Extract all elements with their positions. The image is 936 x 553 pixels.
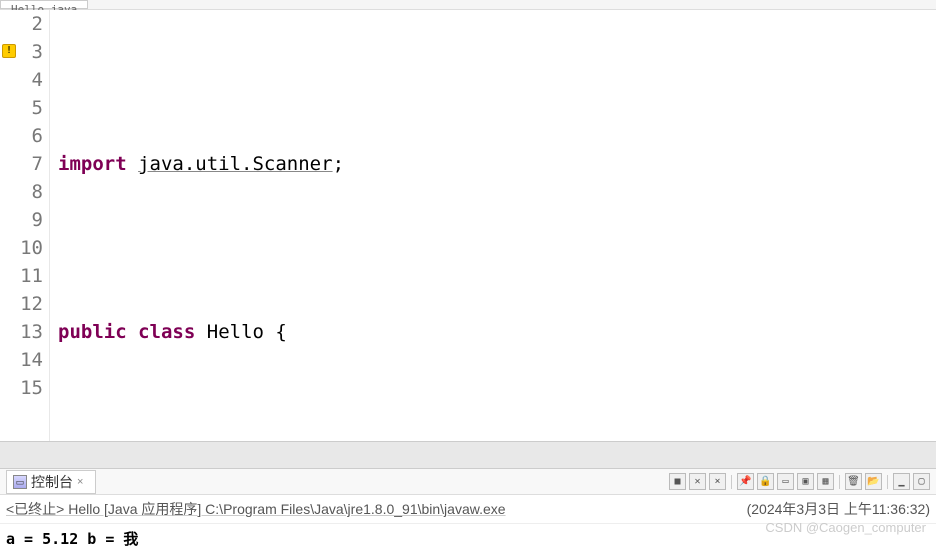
console-tab[interactable]: ▭ 控制台 × xyxy=(6,470,96,494)
code-editor: Hello.java 2 ! 3 4 5 6 7 8 9 10 11 12 13 … xyxy=(0,0,936,441)
line-num: 5 xyxy=(32,97,43,119)
code-line: public class Hello { xyxy=(58,318,936,346)
line-num: 12 xyxy=(20,293,43,315)
remove-all-icon[interactable]: ⨯ xyxy=(709,473,726,490)
open-icon[interactable]: 📂 xyxy=(865,473,882,490)
display-icon[interactable]: ▭ xyxy=(777,473,794,490)
line-num: 15 xyxy=(20,377,43,399)
line-num: 4 xyxy=(32,69,43,91)
pin-icon[interactable]: 📌 xyxy=(737,473,754,490)
separator xyxy=(839,475,840,489)
code-line xyxy=(58,234,936,262)
editor-tab-bar: Hello.java xyxy=(0,0,936,10)
panel-splitter[interactable] xyxy=(0,441,936,469)
console-toolbar: ■ ✕ ⨯ 📌 🔒 ▭ ▣ ▦ 🗑 📂 ▁ ▢ xyxy=(669,473,930,490)
line-num: 8 xyxy=(32,181,43,203)
status-main: Hello [Java 应用程序] C:\Program Files\Java\… xyxy=(68,501,505,517)
show-console-icon[interactable]: ▣ xyxy=(797,473,814,490)
line-num: 10 xyxy=(20,237,43,259)
warning-icon[interactable]: ! xyxy=(2,44,16,58)
clear-icon[interactable]: 🗑 xyxy=(845,473,862,490)
line-num: 3 xyxy=(32,41,43,63)
separator xyxy=(731,475,732,489)
code-content[interactable]: import java.util.Scanner; public class H… xyxy=(50,10,936,441)
code-line xyxy=(58,402,936,430)
maximize-icon[interactable]: ▢ xyxy=(913,473,930,490)
separator xyxy=(887,475,888,489)
code-line xyxy=(58,66,936,94)
line-num: 13 xyxy=(20,321,43,343)
line-num: 6 xyxy=(32,125,43,147)
line-num: 9 xyxy=(32,209,43,231)
stop-icon[interactable]: ■ xyxy=(669,473,686,490)
watermark: CSDN @Caogen_computer xyxy=(765,520,926,535)
remove-launch-icon[interactable]: ✕ xyxy=(689,473,706,490)
minimize-icon[interactable]: ▁ xyxy=(893,473,910,490)
show-selected-icon[interactable]: ▦ xyxy=(817,473,834,490)
line-gutter: 2 ! 3 4 5 6 7 8 9 10 11 12 13 14 15 xyxy=(0,10,50,441)
status-prefix: <已终止> xyxy=(6,501,68,517)
code-line: import java.util.Scanner; xyxy=(58,150,936,178)
close-icon[interactable]: × xyxy=(77,476,89,488)
line-num: 14 xyxy=(20,349,43,371)
editor-tab[interactable]: Hello.java xyxy=(0,0,88,9)
console-icon: ▭ xyxy=(13,475,27,489)
line-num: 2 xyxy=(32,13,43,35)
console-tab-label: 控制台 xyxy=(31,472,73,492)
code-area: 2 ! 3 4 5 6 7 8 9 10 11 12 13 14 15 impor… xyxy=(0,10,936,441)
console-panel: ▭ 控制台 × ■ ✕ ⨯ 📌 🔒 ▭ ▣ ▦ 🗑 📂 ▁ ▢ <已终止> He… xyxy=(0,469,936,553)
line-num: 11 xyxy=(20,265,43,287)
console-header: ▭ 控制台 × ■ ✕ ⨯ 📌 🔒 ▭ ▣ ▦ 🗑 📂 ▁ ▢ xyxy=(0,469,936,495)
scroll-lock-icon[interactable]: 🔒 xyxy=(757,473,774,490)
line-num: 7 xyxy=(32,153,43,175)
status-date: (2024年3月3日 上午11:36:32) xyxy=(747,499,930,519)
